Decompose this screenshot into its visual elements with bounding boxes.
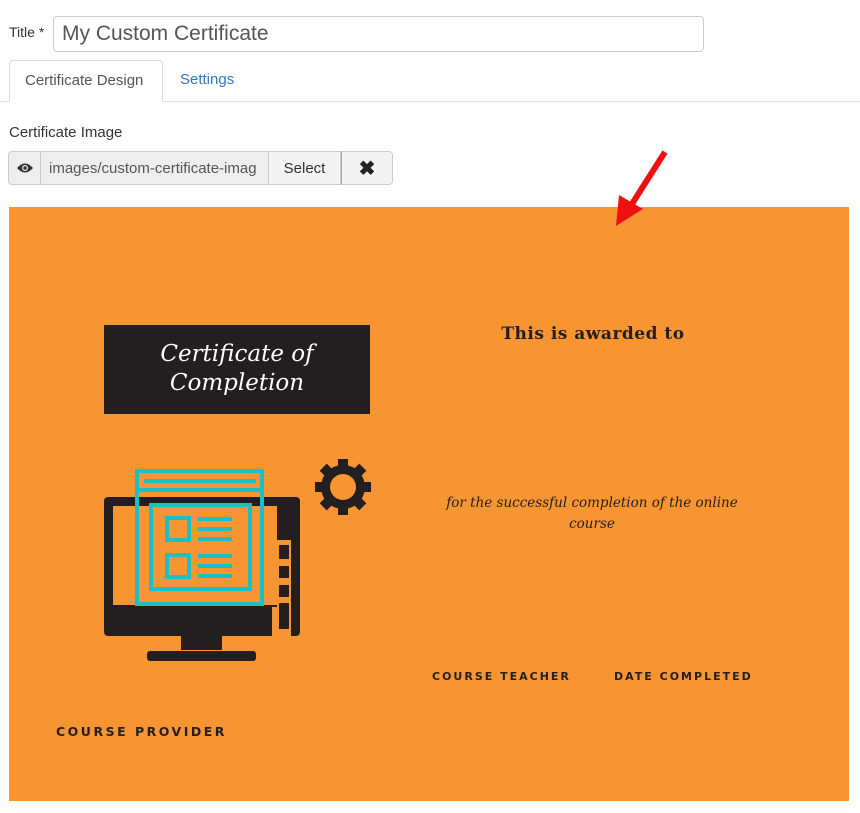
certificate-heading: Certificate of Completion	[104, 340, 370, 398]
awarded-to-text: This is awarded to	[501, 324, 685, 344]
date-completed-label: DATE COMPLETED	[614, 670, 753, 683]
certificate-image-field: images/custom-certificate-imag Select ✖	[8, 151, 393, 185]
certificate-preview: Certificate of Completion This is awarde…	[9, 207, 849, 801]
eye-icon[interactable]	[8, 151, 41, 185]
completion-text: for the successful completion of the onl…	[446, 495, 738, 532]
certificate-image-label: Certificate Image	[9, 124, 123, 141]
gear-icon	[315, 459, 371, 515]
red-arrow-annotation	[616, 150, 668, 226]
heading-line-1: Certificate of	[160, 341, 314, 367]
heading-line-2: Completion	[169, 370, 305, 396]
close-icon: ✖	[358, 157, 376, 180]
tab-settings[interactable]: Settings	[165, 60, 249, 102]
tab-certificate-design[interactable]: Certificate Design	[9, 60, 163, 102]
document-icon	[135, 469, 264, 606]
title-label: Title *	[9, 24, 45, 40]
course-provider-label: COURSE PROVIDER	[56, 724, 227, 739]
image-path-input[interactable]: images/custom-certificate-imag	[41, 151, 269, 185]
select-button[interactable]: Select	[269, 151, 341, 185]
title-input[interactable]	[53, 16, 704, 52]
course-teacher-label: COURSE TEACHER	[432, 670, 571, 683]
clear-button[interactable]: ✖	[341, 151, 393, 185]
